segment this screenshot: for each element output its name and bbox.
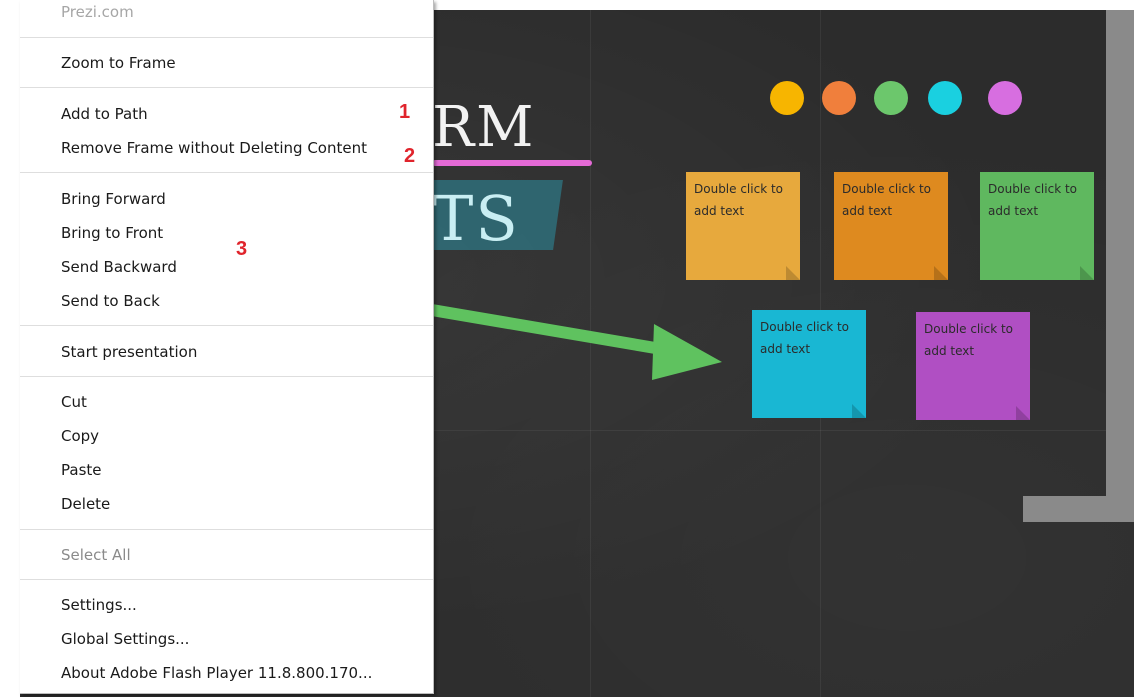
green-arrow[interactable]	[432, 300, 732, 390]
menu-separator	[20, 37, 433, 38]
menu-send-backward[interactable]: Send Backward	[61, 252, 177, 282]
sticky-note-5[interactable]: Double click to add text	[916, 312, 1030, 420]
menu-add-to-path[interactable]: Add to Path	[61, 99, 148, 129]
menu-about-flash[interactable]: About Adobe Flash Player 11.8.800.170...	[61, 658, 372, 688]
color-dot-yellow[interactable]	[770, 81, 804, 115]
menu-bring-to-front[interactable]: Bring to Front	[61, 218, 163, 248]
note-fold	[852, 404, 866, 418]
sticky-note-text: Double click to add text	[694, 182, 784, 218]
frame-bracket-horizontal[interactable]	[1023, 496, 1134, 522]
color-dot-orange[interactable]	[822, 81, 856, 115]
note-fold	[1080, 266, 1094, 280]
menu-select-all[interactable]: Select All	[61, 540, 131, 570]
menu-separator	[20, 529, 433, 530]
sticky-note-text: Double click to add text	[924, 322, 1014, 358]
note-fold	[934, 266, 948, 280]
menu-separator	[20, 87, 433, 88]
note-fold	[1016, 406, 1030, 420]
canvas-title-line2[interactable]: TS	[432, 182, 520, 255]
color-dot-cyan[interactable]	[928, 81, 962, 115]
sticky-note-text: Double click to add text	[842, 182, 932, 218]
note-fold	[786, 266, 800, 280]
menu-global-settings[interactable]: Global Settings...	[61, 624, 189, 654]
menu-remove-frame[interactable]: Remove Frame without Deleting Content	[61, 133, 367, 163]
annotation-1: 1	[399, 101, 411, 123]
menu-paste[interactable]: Paste	[61, 455, 102, 485]
chalk-line	[432, 430, 1132, 431]
menu-separator	[20, 172, 433, 173]
annotation-2: 2	[404, 145, 416, 167]
canvas-title-line1[interactable]: RM	[432, 95, 536, 160]
menu-settings[interactable]: Settings...	[61, 590, 137, 620]
sticky-note-text: Double click to add text	[760, 320, 850, 356]
frame-bracket-vertical[interactable]	[1106, 10, 1134, 522]
menu-header-prezi: Prezi.com	[61, 3, 134, 21]
menu-delete[interactable]: Delete	[61, 489, 110, 519]
menu-separator	[20, 376, 433, 377]
sticky-note-3[interactable]: Double click to add text	[980, 172, 1094, 280]
menu-cut[interactable]: Cut	[61, 387, 87, 417]
menu-separator	[20, 579, 433, 580]
annotation-3: 3	[236, 238, 248, 260]
menu-send-to-back[interactable]: Send to Back	[61, 286, 160, 316]
title-underline	[432, 160, 592, 166]
sticky-note-2[interactable]: Double click to add text	[834, 172, 948, 280]
menu-zoom-to-frame[interactable]: Zoom to Frame	[61, 48, 176, 78]
sticky-note-1[interactable]: Double click to add text	[686, 172, 800, 280]
color-dot-purple[interactable]	[988, 81, 1022, 115]
sticky-note-text: Double click to add text	[988, 182, 1078, 218]
context-menu: Prezi.com Zoom to Frame Add to Path Remo…	[20, 0, 434, 694]
menu-start-presentation[interactable]: Start presentation	[61, 337, 197, 367]
color-dot-green[interactable]	[874, 81, 908, 115]
menu-separator	[20, 325, 433, 326]
sticky-note-4[interactable]: Double click to add text	[752, 310, 866, 418]
menu-bring-forward[interactable]: Bring Forward	[61, 184, 166, 214]
menu-copy[interactable]: Copy	[61, 421, 99, 451]
left-edge	[0, 0, 20, 697]
